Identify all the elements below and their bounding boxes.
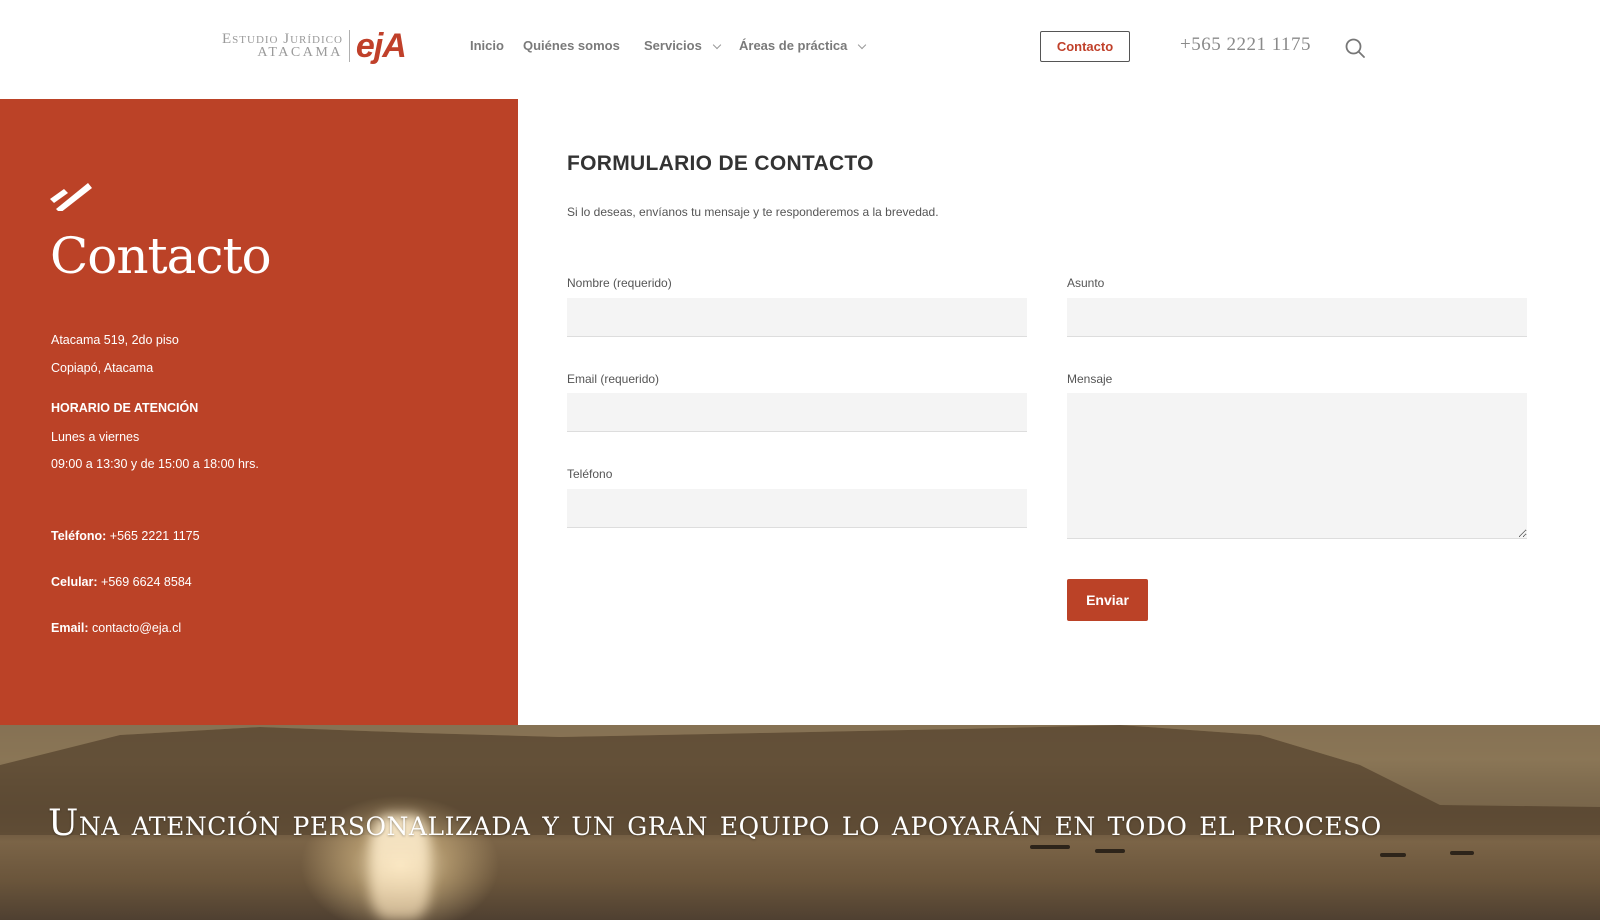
logo-separator — [348, 30, 350, 62]
email-label: Email: — [51, 621, 89, 635]
boat — [1095, 849, 1125, 853]
email-value[interactable]: contacto@eja.cl — [89, 621, 181, 635]
address-line2: Copiapó, Atacama — [51, 361, 154, 375]
sidebar-email: Email: contacto@eja.cl — [51, 621, 181, 635]
logo-line2: ATACAMA — [257, 45, 343, 60]
nav-item-servicios[interactable]: Servicios — [644, 38, 722, 53]
telefono-label: Teléfono — [567, 467, 613, 481]
email-label: Email (requerido) — [567, 372, 660, 386]
mensaje-field[interactable] — [1067, 393, 1527, 539]
logo[interactable]: Estudio Jurídico ATACAMA ejA — [222, 28, 424, 64]
contact-info-panel: Contacto Atacama 519, 2do piso Copiapó, … — [0, 99, 518, 725]
hours-heading: HORARIO DE ATENCIÓN — [51, 401, 199, 415]
sidebar-cell: Celular: +569 6624 8584 — [51, 575, 192, 589]
form-subtitle: Si lo deseas, envíanos tu mensaje y te r… — [567, 205, 939, 219]
logo-wordmark: Estudio Jurídico ATACAMA — [222, 32, 343, 60]
nav-item-quienes-somos[interactable]: Quiénes somos — [523, 38, 620, 53]
telefono-field[interactable] — [567, 489, 1027, 528]
search-icon[interactable] — [1344, 37, 1366, 59]
header-phone[interactable]: +565 2221 1175 — [1180, 34, 1311, 56]
banner-title: Una atención personalizada y un gran equ… — [48, 803, 1382, 844]
chevron-down-icon — [712, 40, 722, 49]
logo-line1: Estudio Jurídico — [222, 31, 343, 47]
chevron-down-icon — [858, 40, 867, 49]
logo-mark: ejA — [355, 27, 407, 65]
email-field[interactable] — [567, 393, 1027, 432]
hours-days: Lunes a viernes — [51, 430, 140, 444]
phone-value[interactable]: +565 2221 1175 — [106, 529, 200, 543]
nav-item-inicio[interactable]: Inicio — [470, 38, 504, 53]
nav-item-areas-de-practica[interactable]: Áreas de práctica — [739, 38, 867, 53]
site-header: Estudio Jurídico ATACAMA ejA Inicio Quié… — [0, 0, 1600, 99]
asunto-label: Asunto — [1067, 276, 1105, 290]
contact-button[interactable]: Contacto — [1040, 31, 1130, 62]
slash-mark-icon — [50, 183, 92, 211]
nav-item-label: Inicio — [470, 38, 504, 53]
cell-value[interactable]: +569 6624 8584 — [98, 575, 192, 589]
contact-form: FORMULARIO DE CONTACTO Si lo deseas, env… — [518, 99, 1600, 725]
boat — [1030, 845, 1070, 849]
hours-times: 09:00 a 13:30 y de 15:00 a 18:00 hrs. — [51, 457, 259, 471]
asunto-field[interactable] — [1067, 298, 1527, 337]
phone-label: Teléfono: — [51, 529, 107, 543]
nombre-field[interactable] — [567, 298, 1027, 337]
nav-item-label: Quiénes somos — [523, 38, 620, 53]
nombre-label: Nombre (requerido) — [567, 276, 672, 290]
sidebar-phone: Teléfono: +565 2221 1175 — [51, 529, 200, 543]
form-title: FORMULARIO DE CONTACTO — [567, 152, 874, 175]
submit-button[interactable]: Enviar — [1067, 579, 1148, 621]
nav-item-label: Servicios — [644, 38, 702, 53]
boat — [1450, 851, 1474, 855]
page-title: Contacto — [50, 227, 272, 285]
mensaje-label: Mensaje — [1067, 372, 1113, 386]
boat — [1380, 853, 1406, 857]
hero-banner: Una atención personalizada y un gran equ… — [0, 725, 1600, 920]
nav-item-label: Áreas de práctica — [739, 38, 848, 53]
address-line1: Atacama 519, 2do piso — [51, 333, 179, 347]
cell-label: Celular: — [51, 575, 98, 589]
